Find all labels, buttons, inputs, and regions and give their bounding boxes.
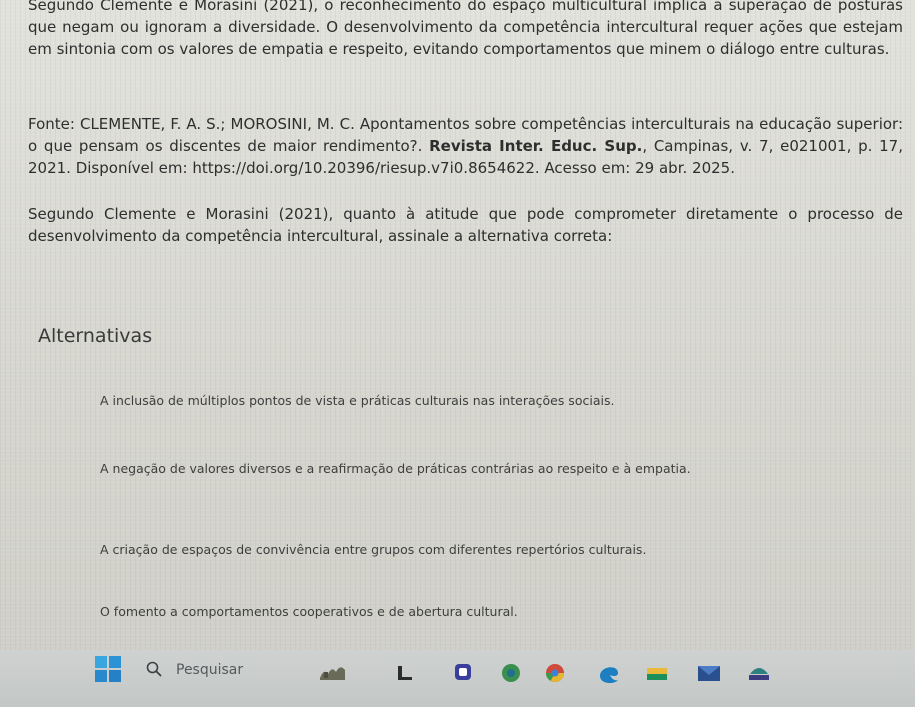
citation-journal: Revista Inter. Educ. Sup. [429, 137, 643, 155]
taskbar-search-input[interactable]: Pesquisar [140, 658, 315, 684]
search-icon [146, 661, 162, 677]
task-view-icon[interactable] [390, 660, 420, 686]
alternative-option-a[interactable]: A inclusão de múltiplos pontos de vista … [100, 392, 880, 410]
file-explorer-icon[interactable] [642, 660, 672, 686]
windows-start-icon[interactable] [95, 656, 123, 684]
taskbar: Pesquisar [0, 650, 915, 707]
question-page: Segundo Clemente e Morasini (2021), o re… [0, 0, 915, 650]
chat-icon[interactable] [448, 660, 478, 686]
mail-icon[interactable] [694, 660, 724, 686]
chrome-icon[interactable] [540, 660, 570, 686]
alternative-option-d[interactable]: O fomento a comportamentos cooperativos … [100, 603, 880, 621]
browser-icon[interactable] [496, 660, 526, 686]
alternative-option-c[interactable]: A criação de espaços de convivência entr… [100, 541, 880, 559]
app-icon[interactable] [744, 660, 774, 686]
source-citation: Fonte: CLEMENTE, F. A. S.; MOROSINI, M. … [28, 113, 903, 179]
question-statement: Segundo Clemente e Morasini (2021), quan… [28, 205, 903, 245]
context-line-1: Segundo Clemente e Morasini (2021), o re… [28, 0, 832, 14]
news-widget-icon[interactable] [318, 660, 348, 686]
edge-icon[interactable] [594, 660, 624, 686]
alternatives-heading: Alternativas [38, 325, 153, 347]
context-paragraph: Segundo Clemente e Morasini (2021), o re… [28, 0, 903, 60]
alternative-option-b[interactable]: A negação de valores diversos e a reafir… [100, 460, 880, 478]
search-placeholder: Pesquisar [176, 662, 244, 678]
